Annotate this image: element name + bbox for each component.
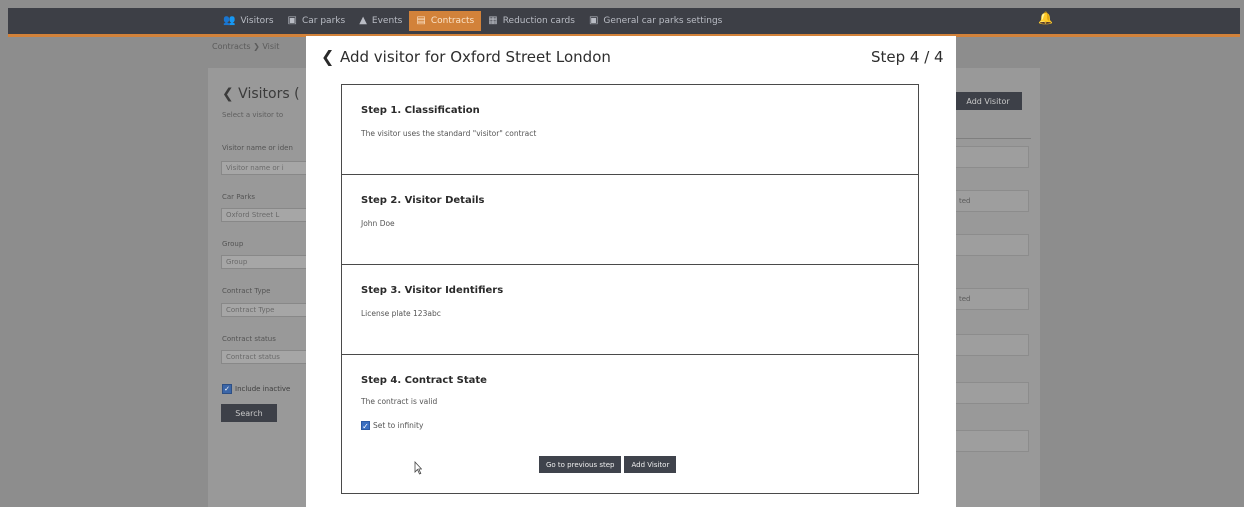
step-title: Step 2. Visitor Details [361,195,485,206]
table-cell: ted [955,288,1029,310]
filter-label-car-parks: Car Parks [222,193,256,201]
mouse-cursor-icon [414,461,422,475]
step-title: Step 3. Visitor Identifiers [361,285,504,296]
table-cell [955,146,1029,168]
table-divider [955,138,1031,139]
step-title: Step 4. Contract State [361,375,487,386]
add-visitor-modal: ❮ Add visitor for Oxford Street London S… [306,36,956,507]
chevron-left-icon[interactable]: ❮ [321,48,334,66]
add-visitor-button[interactable]: Add Visitor [624,456,677,473]
add-visitor-button-background[interactable]: Add Visitor [954,92,1022,110]
nav-item-label: Reduction cards [502,16,575,26]
settings-icon: ▣ [588,15,599,26]
step-text: John Doe [361,219,395,228]
breadcrumb[interactable]: Contracts ❯ Visit [212,42,279,51]
filter-label-contract-status: Contract status [222,335,276,343]
nav-item-contracts[interactable]: ▤ Contracts [409,11,482,31]
top-navigation-bar: 👥 Visitors ▣ Car parks ▲ Events ▤ Contracts ▦ Red… [8,8,1240,37]
contracts-icon: ▤ [416,15,426,26]
nav-item-visitors[interactable]: 👥 Visitors [216,11,281,31]
step-text: The contract is valid [361,397,438,406]
include-inactive-checkbox[interactable]: ✓ [222,384,232,394]
events-icon: ▲ [359,15,367,26]
nav-item-label: Car parks [301,16,346,26]
nav-item-general-car-parks-settings[interactable]: ▣ General car parks settings [582,11,729,31]
step-classification: Step 1. Classification The visitor uses … [342,85,918,175]
nav-item-label: Contracts [430,16,475,26]
table-cell [955,382,1029,404]
filter-label-contract-type: Contract Type [222,287,271,295]
car-parks-icon: ▣ [287,15,297,26]
table-cell [955,334,1029,356]
bell-icon[interactable]: 🔔 [1038,11,1053,25]
step-title: Step 1. Classification [361,105,480,116]
step-visitor-identifiers: Step 3. Visitor Identifiers License plat… [342,265,918,355]
table-cell [955,430,1029,452]
table-cell: ted [955,190,1029,212]
page-subtitle: Select a visitor to [222,111,284,119]
modal-title: Add visitor for Oxford Street London [340,48,611,66]
set-to-infinity-row[interactable]: ✓ Set to infinity [361,421,424,431]
nav-item-car-parks[interactable]: ▣ Car parks [281,11,353,31]
nav-item-label: General car parks settings [603,16,723,26]
step-indicator: Step 4 / 4 [871,48,944,66]
wizard-actions: Go to previous step Add Visitor [539,456,677,473]
step-text: The visitor uses the standard "visitor" … [361,129,537,138]
search-button[interactable]: Search [221,404,277,422]
include-inactive-label: Include inactive [235,385,291,393]
page-title: ❮ Visitors ( [222,86,300,102]
wizard-steps: Step 1. Classification The visitor uses … [341,84,919,494]
set-to-infinity-checkbox[interactable]: ✓ [361,421,370,431]
visitors-icon: 👥 [223,15,236,26]
nav-item-label: Visitors [240,16,274,26]
step-contract-state: Step 4. Contract State The contract is v… [342,355,918,493]
include-inactive-row[interactable]: ✓ Include inactive [222,384,290,394]
main-nav: 👥 Visitors ▣ Car parks ▲ Events ▤ Contracts ▦ Red… [216,8,729,34]
filter-label-group: Group [222,240,244,248]
previous-step-button[interactable]: Go to previous step [539,456,622,473]
filter-label-visitor: Visitor name or iden [222,144,293,152]
reduction-cards-icon: ▦ [488,15,498,26]
step-text: License plate 123abc [361,309,441,318]
step-visitor-details: Step 2. Visitor Details John Doe [342,175,918,265]
set-to-infinity-label: Set to infinity [373,421,424,430]
nav-item-events[interactable]: ▲ Events [352,11,409,31]
table-cell [955,234,1029,256]
nav-item-label: Events [371,16,403,26]
nav-item-reduction-cards[interactable]: ▦ Reduction cards [481,11,582,31]
